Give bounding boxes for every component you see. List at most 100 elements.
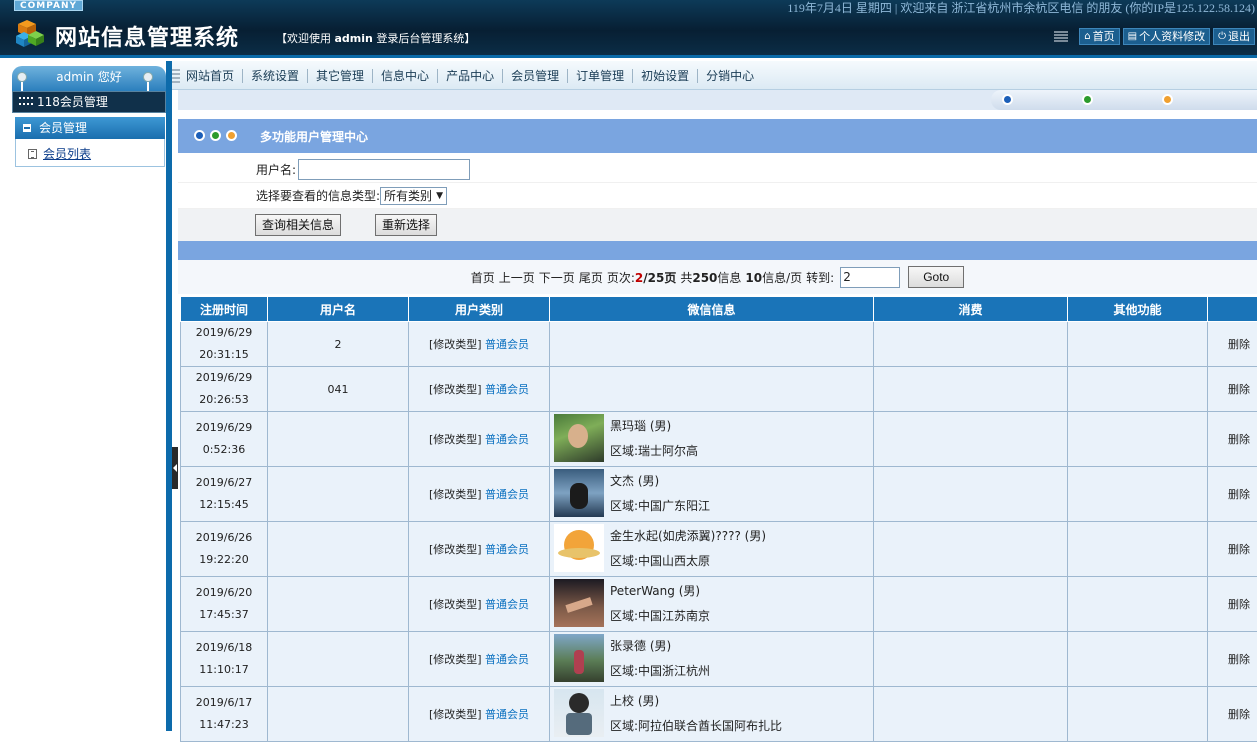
user-type-cell: [修改类型] 普通会员 [409,687,550,742]
total-suffix: 信息 [717,271,741,285]
delete-link[interactable]: 删除 [1228,543,1250,556]
modify-type-link[interactable]: [修改类型] [429,488,482,501]
per-page-info: 10信息/页 [745,269,802,286]
register-date: 2019/6/29 [196,326,252,339]
modify-type-link[interactable]: [修改类型] [429,383,482,396]
username-cell [268,687,409,742]
wechat-info: 上校 (男)区域:阿拉伯联合酋长国阿布扎比 [554,689,869,739]
nav-item-other-management[interactable]: 其它管理 [307,69,372,83]
wechat-info-cell: 文杰 (男)区域:中国广东阳江 [550,467,874,522]
member-type-link[interactable]: 普通会员 [485,338,529,351]
wechat-info-cell: 张录德 (男)区域:中国浙江杭州 [550,632,874,687]
orange-dot-icon [226,130,237,141]
nav-item-initial-settings[interactable]: 初始设置 [632,69,697,83]
actions-cell: 删除 [1208,632,1257,687]
sidebar-item-member-list[interactable]: 会员列表 [28,145,91,162]
home-icon: ⌂ [1084,29,1090,44]
register-date: 2019/6/20 [196,586,252,599]
member-type-link[interactable]: 普通会员 [485,543,529,556]
prev-page-link[interactable]: 上一页 [499,269,535,286]
home-button[interactable]: ⌂ 首页 [1079,28,1119,45]
nav-item-distribution-center[interactable]: 分销中心 [697,69,762,83]
wechat-info-cell: PeterWang (男)区域:中国江苏南京 [550,577,874,632]
consumption-cell [874,412,1068,467]
delete-link[interactable]: 删除 [1228,488,1250,501]
logout-button[interactable]: ⏻ 退出 [1213,28,1255,45]
group-label: 会员管理 [39,117,87,139]
goto-button[interactable]: Goto [908,266,964,288]
user-type-cell: [修改类型] 普通会员 [409,522,550,577]
other-functions-cell [1068,467,1208,522]
type-row: 选择要查看的信息类型: 所有类别 ▼ [178,183,1257,209]
wechat-text: 黑玛瑙 (男)区域:瑞士阿尔高 [610,414,698,464]
member-type-link[interactable]: 普通会员 [485,433,529,446]
delete-link[interactable]: 删除 [1228,653,1250,666]
delete-link[interactable]: 删除 [1228,383,1250,396]
nav-item-info-center[interactable]: 信息中心 [372,69,437,83]
button-row: 查询相关信息 重新选择 [178,209,1257,241]
type-label: 选择要查看的信息类型: [256,187,380,204]
member-type-link[interactable]: 普通会员 [485,383,529,396]
goto-page-input[interactable]: 2 [840,267,900,288]
register-date: 2019/6/26 [196,531,252,544]
member-type-link[interactable]: 普通会员 [485,488,529,501]
delete-link[interactable]: 删除 [1228,338,1250,351]
wechat-info: PeterWang (男)区域:中国江苏南京 [554,579,869,629]
username-cell [268,577,409,632]
next-page-link[interactable]: 下一页 [539,269,575,286]
modify-type-link[interactable]: [修改类型] [429,338,482,351]
col-header-register-time: 注册时间 [181,297,268,322]
menu-icon[interactable] [1054,31,1068,43]
avatar [554,634,604,682]
type-select[interactable]: 所有类别 ▼ [380,187,447,205]
user-type-cell: [修改类型] 普通会员 [409,467,550,522]
delete-link[interactable]: 删除 [1228,598,1250,611]
actions-cell: 删除 [1208,577,1257,632]
first-page-link[interactable]: 首页 [471,269,495,286]
user-type-cell: [修改类型] 普通会员 [409,632,550,687]
modify-type-link[interactable]: [修改类型] [429,543,482,556]
sidebar-group-member[interactable]: 会员管理 [15,117,165,139]
member-list-link[interactable]: 会员列表 [43,145,91,162]
wechat-nickname: 上校 (男) [610,689,782,714]
nav-item-member-management[interactable]: 会员管理 [502,69,567,83]
register-time-cell: 2019/6/290:52:36 [181,412,268,467]
tab-strip [178,90,1257,110]
member-type-link[interactable]: 普通会员 [485,598,529,611]
consumption-cell [874,687,1068,742]
wechat-info-cell [550,367,874,412]
avatar [554,524,604,572]
modify-type-link[interactable]: [修改类型] [429,708,482,721]
profile-button[interactable]: ▤ 个人资料修改 [1123,28,1210,45]
other-functions-cell [1068,322,1208,367]
modify-type-link[interactable]: [修改类型] [429,598,482,611]
section-label: 118会员管理 [37,91,108,113]
wechat-nickname: 张录德 (男) [610,634,710,659]
modify-type-link[interactable]: [修改类型] [429,653,482,666]
query-button[interactable]: 查询相关信息 [255,214,341,236]
member-type-link[interactable]: 普通会员 [485,708,529,721]
username-cell: 2 [268,322,409,367]
reset-button[interactable]: 重新选择 [375,214,437,236]
total-info: 共250信息 [680,269,741,286]
panel-title: 多功能用户管理中心 [260,128,368,145]
nav-item-product-center[interactable]: 产品中心 [437,69,502,83]
register-time: 20:31:15 [199,348,248,361]
app-header: COMPANY 119年7月4日 星期四 | 欢迎来自 浙江省杭州市余杭区电信 … [0,0,1257,58]
nav-item-site-home[interactable]: 网站首页 [186,69,242,83]
member-type-link[interactable]: 普通会员 [485,653,529,666]
username-input[interactable] [298,159,470,180]
username-cell [268,522,409,577]
username-row: 用户名: [178,157,1257,183]
power-icon: ⏻ [1218,29,1226,44]
modify-type-link[interactable]: [修改类型] [429,433,482,446]
nav-item-order-management[interactable]: 订单管理 [567,69,632,83]
table-header-row: 注册时间 用户名 用户类别 微信信息 消费 其他功能 [181,297,1257,322]
wechat-text: 金生水起(如虎添翼)???? (男)区域:中国山西太原 [610,524,766,574]
wechat-nickname: PeterWang (男) [610,579,710,604]
last-page-link[interactable]: 尾页 [579,269,603,286]
nav-item-system-settings[interactable]: 系统设置 [242,69,307,83]
delete-link[interactable]: 删除 [1228,433,1250,446]
username-cell [268,467,409,522]
delete-link[interactable]: 删除 [1228,708,1250,721]
